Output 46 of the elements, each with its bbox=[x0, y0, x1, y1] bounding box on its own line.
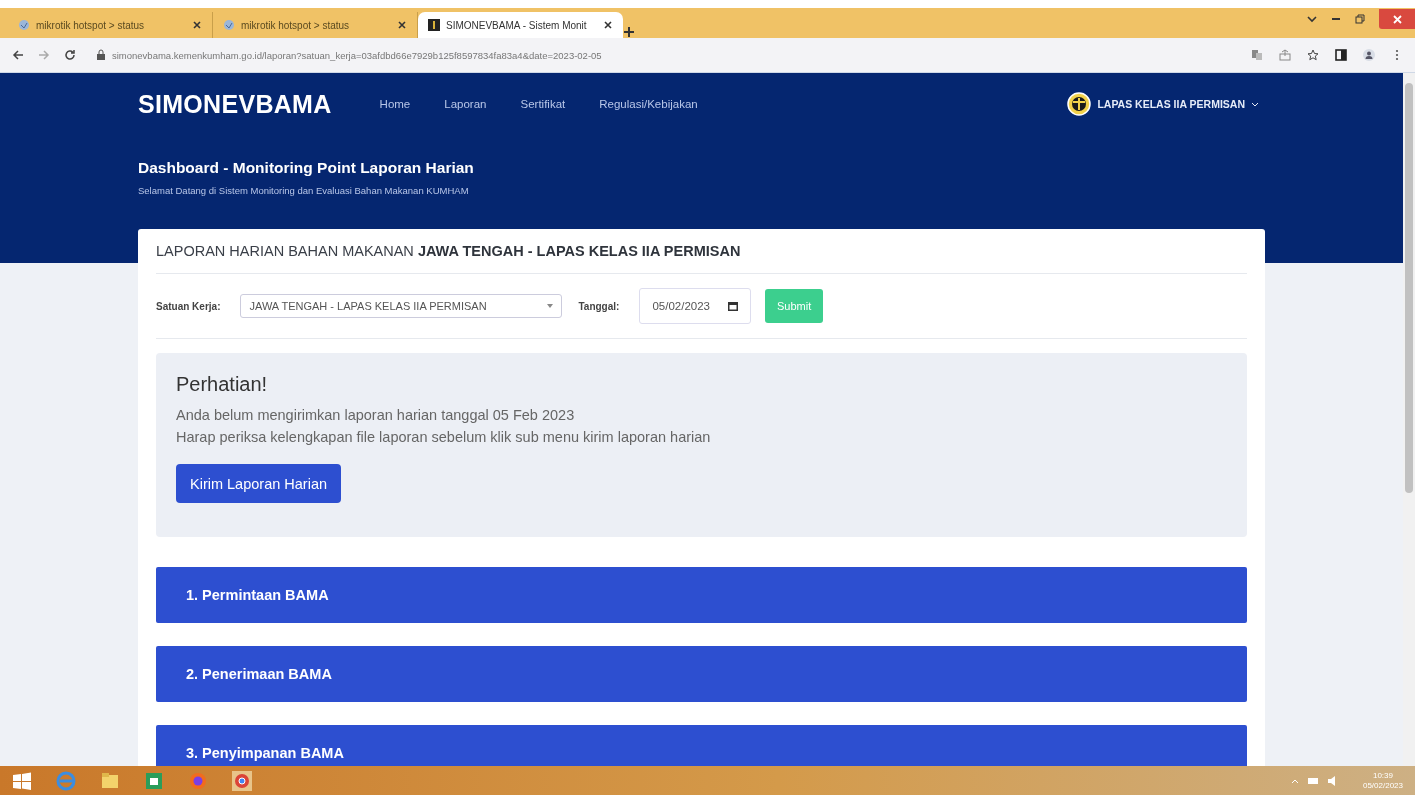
field-label: Satuan Kerja: bbox=[156, 300, 221, 312]
scrollbar-thumb[interactable] bbox=[1405, 83, 1413, 493]
notice-text: Anda belum mengirimkan laporan harian tanggal 05 Feb 2023 bbox=[176, 406, 576, 425]
nav-link[interactable]: Regulasi/Kebijakan bbox=[599, 98, 698, 110]
card-title: LAPORAN HARIAN BAHAN MAKANAN JAWA TENGAH - LAPAS KELAS IIA PERMISAN bbox=[156, 243, 1247, 274]
unit-select[interactable]: JAWA TENGAH - LAPAS KELAS IIA PERMISAN bbox=[240, 294, 563, 318]
chevron-down-icon[interactable] bbox=[1307, 15, 1317, 23]
nav-link[interactable]: Laporan bbox=[444, 98, 487, 110]
share-icon[interactable] bbox=[1279, 49, 1291, 61]
site-brand[interactable]: SIMONEVBAMA bbox=[138, 89, 332, 119]
site-favicon-icon bbox=[428, 19, 440, 31]
back-icon[interactable] bbox=[12, 49, 24, 61]
close-window-button[interactable] bbox=[1379, 9, 1415, 29]
emblem-icon bbox=[1067, 92, 1092, 116]
close-tab-icon[interactable] bbox=[397, 20, 407, 30]
caret-icon bbox=[1251, 101, 1259, 107]
reload-icon[interactable] bbox=[64, 49, 76, 61]
field-label: Tanggal: bbox=[578, 300, 620, 312]
page-subtitle: Selamat Datang di Sistem Monitoring dan Evaluasi Bahan Makanan KUMHAM bbox=[138, 185, 470, 196]
folder-icon[interactable] bbox=[100, 770, 120, 791]
notice-heading: Perhatian! bbox=[176, 373, 269, 396]
accordion-header[interactable]: 3. Penyimpanan BAMA bbox=[156, 725, 1247, 766]
page-title: Dashboard - Monitoring Point Laporan Harian bbox=[138, 159, 475, 177]
date-field[interactable]: 05/02/2023 bbox=[639, 288, 751, 324]
new-tab-icon[interactable] bbox=[623, 26, 635, 38]
profile-icon[interactable] bbox=[1363, 49, 1375, 61]
nav-link[interactable]: Home bbox=[379, 98, 411, 110]
nav-link[interactable]: Sertifikat bbox=[520, 98, 566, 110]
star-icon[interactable] bbox=[1307, 49, 1319, 61]
close-icon bbox=[1392, 14, 1402, 24]
close-tab-icon[interactable] bbox=[192, 20, 202, 30]
windows-start-icon[interactable] bbox=[12, 770, 32, 791]
url-text: simonevbama.kemenkumham.go.id/laporan?satuan_kerja=03afdbd66e7929b125f8597834fa83a4&date=2023-02-05 bbox=[112, 49, 602, 61]
accordion-header[interactable]: 2. Penerimaan BAMA bbox=[156, 646, 1247, 702]
notice-text: Harap periksa kelengkapan file laporan sebelum klik sub menu kirim laporan harian bbox=[176, 428, 712, 447]
side-panel-icon[interactable] bbox=[1335, 49, 1347, 61]
forward-icon[interactable] bbox=[38, 49, 50, 61]
close-tab-icon[interactable] bbox=[603, 20, 613, 30]
restore-icon[interactable] bbox=[1355, 14, 1365, 24]
caret-icon bbox=[547, 304, 554, 308]
calendar-icon bbox=[727, 301, 738, 311]
browser-tab[interactable]: SIMONEVBAMA - Sistem Monit bbox=[418, 12, 623, 38]
accordion-header[interactable]: 1. Permintaan BAMA bbox=[156, 567, 1247, 623]
send-report-button[interactable]: Kirim Laporan Harian bbox=[176, 464, 341, 503]
user-menu[interactable]: LAPAS KELAS IIA PERMISAN bbox=[1067, 92, 1259, 116]
lock-icon bbox=[96, 49, 106, 61]
